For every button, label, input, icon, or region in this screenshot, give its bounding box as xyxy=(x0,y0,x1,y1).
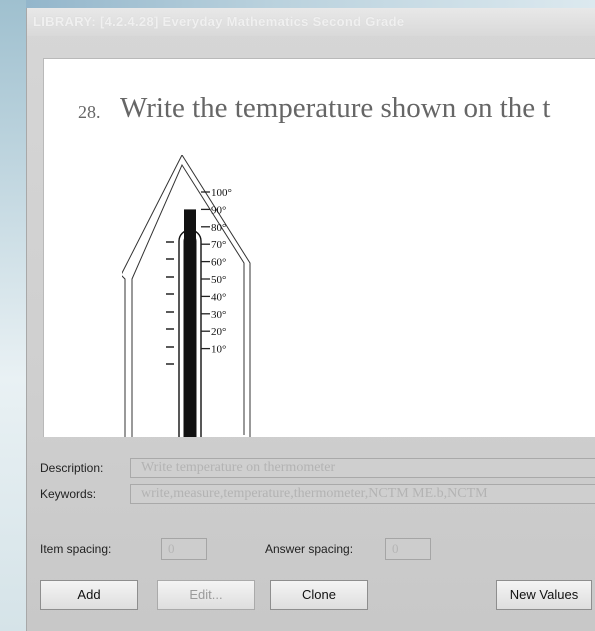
scale-label: 60° xyxy=(211,257,226,269)
clone-button[interactable]: Clone xyxy=(270,580,368,610)
description-field[interactable]: Write temperature on thermometer xyxy=(130,458,595,478)
item-spacing-field[interactable]: 0 xyxy=(161,538,207,560)
scale-label: 30° xyxy=(211,309,226,321)
scale-label: 80° xyxy=(211,222,226,234)
window-title: LIBRARY: [4.2.4.28] Everyday Mathematics… xyxy=(27,8,595,36)
desktop-background-left xyxy=(0,0,26,631)
scale-label: 40° xyxy=(211,291,226,303)
question-number: 28. xyxy=(78,102,101,122)
description-label: Description: xyxy=(40,461,104,475)
question-preview: 28. Write the temperature shown on the t xyxy=(43,58,595,437)
scale-label: 100° xyxy=(211,187,232,199)
library-dialog: LIBRARY: [4.2.4.28] Everyday Mathematics… xyxy=(26,8,595,631)
question-text: Write the temperature shown on the t xyxy=(120,92,551,124)
mercury-column xyxy=(184,209,196,437)
keywords-field[interactable]: write,measure,temperature,thermometer,NC… xyxy=(130,484,595,504)
answer-spacing-label: Answer spacing: xyxy=(265,542,354,556)
scale-label: 90° xyxy=(211,204,226,216)
thermometer-image: 100° 90° 80° 70° 60° 50° 40° 30° 20° 10° xyxy=(122,155,251,437)
scale-label: 10° xyxy=(211,344,226,356)
scale-label: 20° xyxy=(211,326,226,338)
edit-button[interactable]: Edit... xyxy=(157,580,255,610)
item-spacing-label: Item spacing: xyxy=(40,542,112,556)
add-button[interactable]: Add xyxy=(40,580,138,610)
scale-label: 70° xyxy=(211,239,226,251)
answer-spacing-field[interactable]: 0 xyxy=(385,538,431,560)
keywords-label: Keywords: xyxy=(40,487,97,501)
new-values-button[interactable]: New Values xyxy=(496,580,592,610)
scale-label: 50° xyxy=(211,274,226,286)
